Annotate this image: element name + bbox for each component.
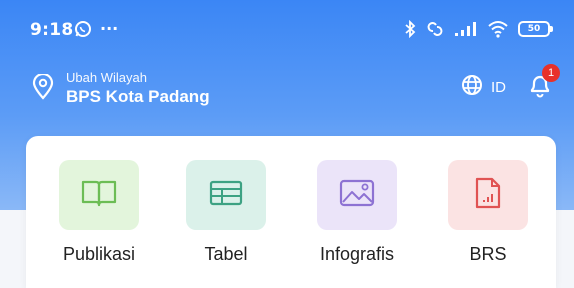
whatsapp-icon <box>74 20 92 38</box>
location-caption: Ubah Wilayah <box>66 70 147 85</box>
bell-icon <box>528 75 552 102</box>
link-icon <box>425 20 445 38</box>
status-bar: 9:18 ··· 50 <box>0 0 574 62</box>
status-right-icons: 50 <box>404 20 553 38</box>
location-pin-icon <box>32 72 54 104</box>
bluetooth-icon <box>404 20 416 38</box>
menu-icon-tile <box>317 160 397 230</box>
menu-item-publikasi[interactable]: Publikasi <box>39 160 159 265</box>
table-icon <box>208 178 244 212</box>
menu-icon-tile <box>59 160 139 230</box>
menu-icon-tile <box>448 160 528 230</box>
menu-item-tabel[interactable]: Tabel <box>166 160 286 265</box>
menu-label: Infografis <box>319 244 395 264</box>
menu-icon-tile <box>186 160 266 230</box>
menu-card: Publikasi Tabel Infografis BRS <box>26 136 556 288</box>
notification-badge: 1 <box>542 64 560 82</box>
book-icon <box>80 178 118 212</box>
language-label: ID <box>491 78 506 96</box>
menu-label: Publikasi <box>62 244 136 264</box>
status-left-icons: ··· <box>74 19 118 38</box>
signal-icon <box>454 21 478 37</box>
globe-icon <box>461 74 483 100</box>
location-selector[interactable]: Ubah Wilayah BPS Kota Padang <box>32 70 210 107</box>
menu-label: BRS <box>469 244 507 264</box>
document-chart-icon <box>473 176 503 214</box>
location-name: BPS Kota Padang <box>66 87 210 106</box>
menu-item-infografis[interactable]: Infografis <box>297 160 417 265</box>
wifi-icon <box>487 20 509 38</box>
battery-icon: 50 <box>518 21 553 37</box>
image-icon <box>338 178 376 212</box>
menu-label: Tabel <box>204 244 248 264</box>
overflow-dots: ··· <box>100 19 119 38</box>
notifications-button[interactable]: 1 <box>528 64 560 102</box>
menu-item-brs[interactable]: BRS <box>428 160 548 265</box>
location-text: Ubah Wilayah BPS Kota Padang <box>66 70 210 107</box>
language-switch[interactable]: ID <box>461 74 506 100</box>
status-time: 9:18 <box>30 20 74 40</box>
top-actions: ID 1 <box>461 64 560 102</box>
